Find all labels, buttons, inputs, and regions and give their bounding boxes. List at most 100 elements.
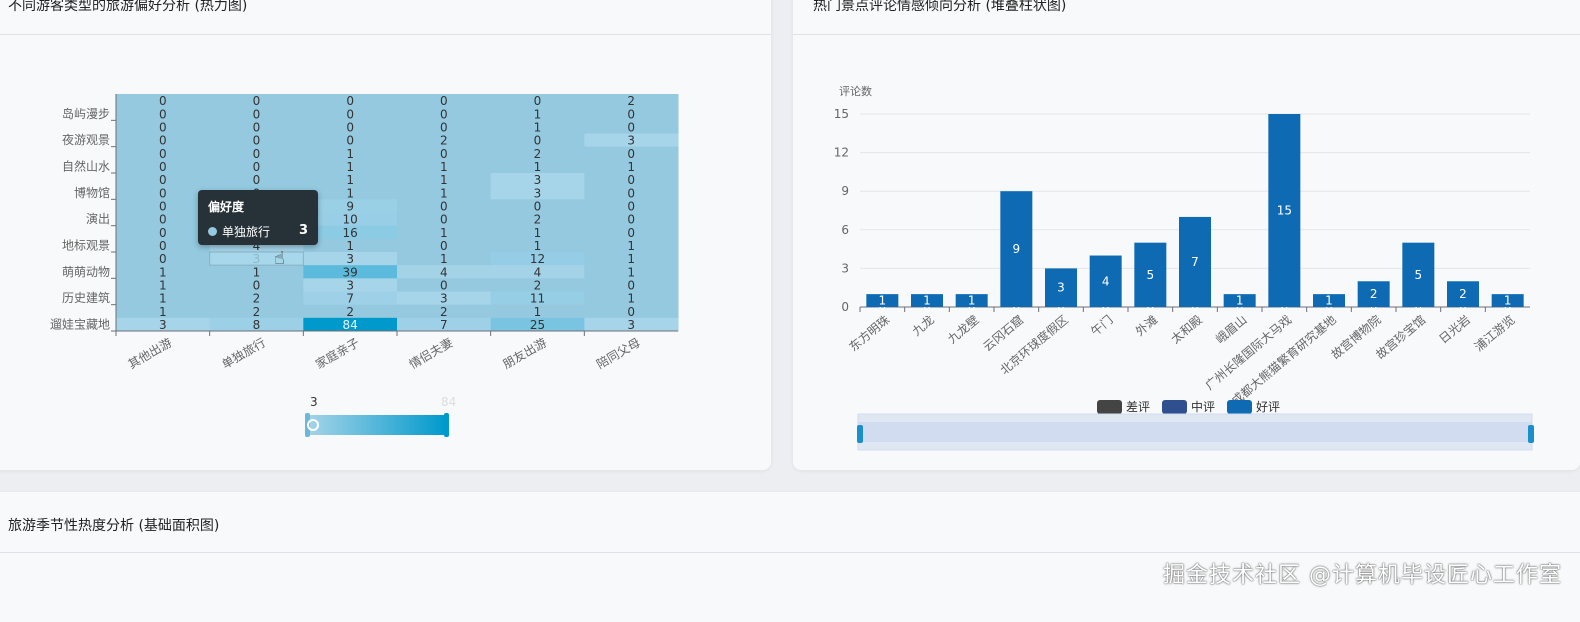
watermark: 掘金技术社区 @计算机毕设匠心工作室 bbox=[1163, 563, 1562, 588]
heatmap-cell-value: 0 bbox=[253, 121, 261, 135]
bar-value-label: 1 bbox=[923, 294, 931, 308]
heatmap-cell-value: 0 bbox=[159, 134, 167, 148]
y-axis-label: 评论数 bbox=[839, 84, 872, 98]
bar-value-label: 1 bbox=[1325, 294, 1333, 308]
tooltip-series: 单独旅行 bbox=[222, 225, 271, 239]
x-tick-label: 家庭亲子 bbox=[313, 335, 362, 372]
heatmap-cell-value: 1 bbox=[440, 173, 448, 187]
heatmap-cell-value: 0 bbox=[627, 226, 635, 240]
heatmap-cell-value: 3 bbox=[346, 279, 354, 293]
y-tick-label: 萌萌动物 bbox=[62, 265, 110, 279]
bar-value-label: 2 bbox=[1459, 287, 1467, 301]
legend-item-中评: 中评 bbox=[1191, 399, 1215, 414]
heatmap-cell-value: 1 bbox=[627, 252, 635, 266]
x-tick-label: 峨眉山 bbox=[1213, 313, 1250, 347]
heatmap-cell-value: 0 bbox=[159, 173, 167, 187]
y-tick-label: 15 bbox=[834, 107, 849, 121]
heatmap-cell-value: 0 bbox=[159, 200, 167, 214]
visual-map-bar bbox=[307, 415, 447, 435]
heatmap-cell-value: 0 bbox=[159, 160, 167, 174]
pointer-cursor-icon: ☝ bbox=[274, 248, 285, 269]
bar-value-label: 2 bbox=[1370, 287, 1378, 301]
heatmap-cell-value: 0 bbox=[440, 94, 448, 108]
heatmap-cell-value: 1 bbox=[627, 160, 635, 174]
y-tick-label: 岛屿漫步 bbox=[62, 106, 110, 121]
heatmap-cell-value: 1 bbox=[440, 186, 448, 200]
heatmap-cell-value: 0 bbox=[253, 160, 261, 174]
bar-value-label: 1 bbox=[879, 294, 887, 308]
divider bbox=[0, 552, 1580, 553]
heatmap-cell-value: 1 bbox=[534, 305, 542, 319]
heatmap-cell-value: 1 bbox=[627, 292, 635, 306]
x-tick-label: 故宫珍宝馆 bbox=[1373, 312, 1429, 362]
y-tick-label: 9 bbox=[841, 184, 849, 198]
heatmap-cell-value: 0 bbox=[627, 213, 635, 227]
heatmap-cell-value: 0 bbox=[627, 107, 635, 121]
heatmap-cell-value: 0 bbox=[440, 147, 448, 161]
heatmap-cell-value: 1 bbox=[159, 265, 167, 279]
heatmap-cell-value: 0 bbox=[159, 107, 167, 121]
heatmap-cell-value: 1 bbox=[627, 265, 635, 279]
heatmap-cell-value: 3 bbox=[346, 252, 354, 266]
legend-swatch bbox=[1162, 400, 1187, 414]
x-tick-label: 浦江游览 bbox=[1471, 312, 1517, 354]
heatmap-cell-value: 84 bbox=[343, 318, 358, 332]
heatmap-cell-value: 7 bbox=[346, 292, 354, 306]
heatmap-cell-value: 0 bbox=[627, 173, 635, 187]
heatmap-cell-value: 7 bbox=[440, 318, 448, 332]
heatmap-cell-value: 1 bbox=[534, 160, 542, 174]
y-tick-label: 遛娃宝藏地 bbox=[50, 317, 110, 331]
heatmap-cell-value: 1 bbox=[346, 239, 354, 253]
heatmap-cell-value: 2 bbox=[346, 305, 354, 319]
heatmap-cell-value: 0 bbox=[159, 239, 167, 253]
heatmap-cell-value: 2 bbox=[534, 147, 542, 161]
heatmap-tooltip: 偏好度 单独旅行 3 bbox=[198, 190, 318, 245]
y-tick-label: 演出 bbox=[86, 211, 110, 226]
x-tick-label: 九龙 bbox=[910, 313, 937, 339]
data-zoom-selection bbox=[858, 422, 1532, 442]
tooltip-title: 偏好度 bbox=[208, 200, 245, 214]
x-tick-label: 其他出游 bbox=[126, 335, 175, 371]
legend-swatch bbox=[1227, 400, 1252, 414]
y-tick-label: 历史建筑 bbox=[62, 290, 110, 305]
heatmap-cell-value: 1 bbox=[159, 305, 167, 319]
heatmap-cell-value: 0 bbox=[159, 226, 167, 240]
heatmap-cell-value: 1 bbox=[159, 292, 167, 306]
visual-map-min-label: 3 bbox=[310, 395, 318, 409]
x-tick-label: 九龙壁 bbox=[944, 312, 981, 347]
heatmap-cell-value: 4 bbox=[534, 265, 542, 279]
heatmap-cell-value: 0 bbox=[440, 200, 448, 214]
x-tick-label: 东方明珠 bbox=[846, 312, 892, 354]
heatmap-cell-value: 1 bbox=[346, 173, 354, 187]
heatmap-cell-value: 0 bbox=[440, 107, 448, 121]
heatmap-cell-value: 0 bbox=[440, 279, 448, 293]
heatmap-cell-value: 1 bbox=[346, 186, 354, 200]
series-dot-icon bbox=[208, 227, 217, 236]
heatmap-cell-value: 0 bbox=[159, 121, 167, 135]
heatmap-cell-value: 2 bbox=[253, 292, 261, 306]
heatmap-cell-value: 1 bbox=[534, 107, 542, 121]
heatmap-cell-value: 2 bbox=[534, 213, 542, 227]
bar-value-label: 5 bbox=[1415, 268, 1423, 282]
heatmap-cell-value: 2 bbox=[534, 279, 542, 293]
heatmap-cell-value: 0 bbox=[627, 279, 635, 293]
bar-value-label: 9 bbox=[1013, 242, 1021, 256]
legend-swatch bbox=[1097, 400, 1122, 414]
y-tick-label: 12 bbox=[834, 146, 849, 160]
heatmap-cell-value: 3 bbox=[440, 292, 448, 306]
heatmap-cell-value: 0 bbox=[159, 252, 167, 266]
heatmap-chart: 0 0 0 0 0 20 0 0 0 1 00 0 0 0 1 00 0 0 2 0 30 0 1 0 2 00 0 1 1 1 10 0 1 1… bbox=[50, 94, 679, 437]
heatmap-cell-value: 39 bbox=[343, 265, 358, 279]
heatmap-cell-value: 0 bbox=[627, 200, 635, 214]
y-tick-label: 博物馆 bbox=[74, 185, 110, 200]
bar-value-label: 1 bbox=[968, 294, 976, 308]
heatmap-cell-value: 0 bbox=[159, 213, 167, 227]
heatmap-cell-value: 1 bbox=[346, 147, 354, 161]
x-tick-label: 外滩 bbox=[1133, 313, 1160, 339]
heatmap-cell-value: 3 bbox=[627, 318, 635, 332]
heatmap-cell-value: 1 bbox=[440, 160, 448, 174]
legend-item-好评: 好评 bbox=[1256, 400, 1280, 414]
bar-chart: 评论数0369121501东方明珠01九龙01九龙壁09云冈石窟03北京环球度假… bbox=[834, 84, 1534, 451]
heatmap-cell-value: 0 bbox=[253, 147, 261, 161]
heatmap-cell-value: 1 bbox=[159, 279, 167, 293]
